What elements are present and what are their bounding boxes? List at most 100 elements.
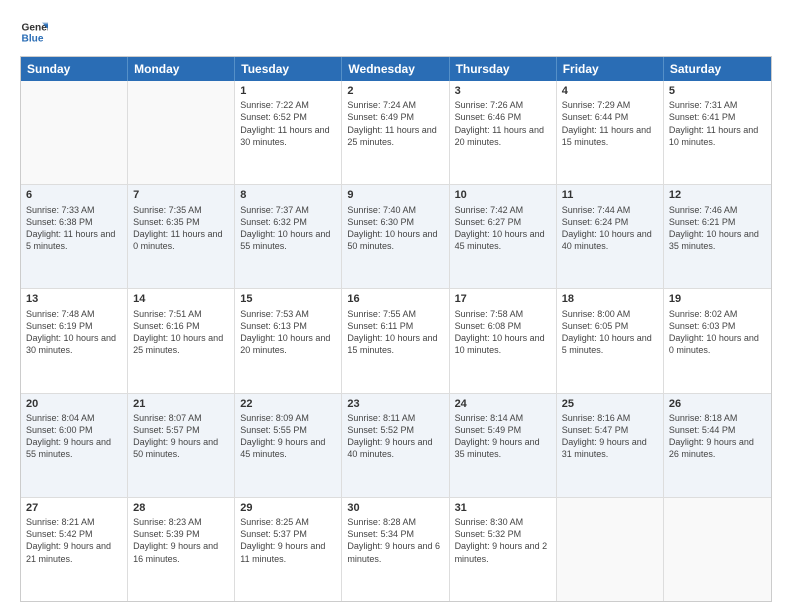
calendar-cell: 23Sunrise: 8:11 AM Sunset: 5:52 PM Dayli… — [342, 394, 449, 497]
calendar-cell: 24Sunrise: 8:14 AM Sunset: 5:49 PM Dayli… — [450, 394, 557, 497]
sun-info: Sunrise: 7:37 AM Sunset: 6:32 PM Dayligh… — [240, 204, 336, 253]
calendar-cell: 4Sunrise: 7:29 AM Sunset: 6:44 PM Daylig… — [557, 81, 664, 184]
calendar-week-5: 27Sunrise: 8:21 AM Sunset: 5:42 PM Dayli… — [21, 497, 771, 601]
day-number: 20 — [26, 397, 122, 411]
calendar-cell: 7Sunrise: 7:35 AM Sunset: 6:35 PM Daylig… — [128, 185, 235, 288]
day-number: 25 — [562, 397, 658, 411]
calendar-cell: 31Sunrise: 8:30 AM Sunset: 5:32 PM Dayli… — [450, 498, 557, 601]
day-number: 23 — [347, 397, 443, 411]
calendar-cell: 21Sunrise: 8:07 AM Sunset: 5:57 PM Dayli… — [128, 394, 235, 497]
day-number: 22 — [240, 397, 336, 411]
calendar-cell: 27Sunrise: 8:21 AM Sunset: 5:42 PM Dayli… — [21, 498, 128, 601]
day-header-tuesday: Tuesday — [235, 57, 342, 81]
sun-info: Sunrise: 8:25 AM Sunset: 5:37 PM Dayligh… — [240, 516, 336, 565]
day-number: 5 — [669, 84, 766, 98]
logo: General Blue — [20, 18, 50, 46]
sun-info: Sunrise: 7:35 AM Sunset: 6:35 PM Dayligh… — [133, 204, 229, 253]
day-header-wednesday: Wednesday — [342, 57, 449, 81]
sun-info: Sunrise: 8:23 AM Sunset: 5:39 PM Dayligh… — [133, 516, 229, 565]
calendar-cell: 8 Sunrise: 7:37 AM Sunset: 6:32 PM Daylig… — [235, 185, 342, 288]
calendar-cell: 13Sunrise: 7:48 AM Sunset: 6:19 PM Dayli… — [21, 289, 128, 392]
sun-info: Sunrise: 7:55 AM Sunset: 6:11 PM Dayligh… — [347, 308, 443, 357]
day-number: 16 — [347, 292, 443, 306]
day-number: 19 — [669, 292, 766, 306]
calendar-cell — [21, 81, 128, 184]
calendar-header: SundayMondayTuesdayWednesdayThursdayFrid… — [21, 57, 771, 81]
sun-info: Sunrise: 8:16 AM Sunset: 5:47 PM Dayligh… — [562, 412, 658, 461]
day-number: 14 — [133, 292, 229, 306]
calendar: SundayMondayTuesdayWednesdayThursdayFrid… — [20, 56, 772, 602]
calendar-cell: 29Sunrise: 8:25 AM Sunset: 5:37 PM Dayli… — [235, 498, 342, 601]
day-number: 1 — [240, 84, 336, 98]
svg-text:Blue: Blue — [22, 33, 44, 44]
day-number: 15 — [240, 292, 336, 306]
calendar-cell: 28Sunrise: 8:23 AM Sunset: 5:39 PM Dayli… — [128, 498, 235, 601]
sun-info: Sunrise: 8:04 AM Sunset: 6:00 PM Dayligh… — [26, 412, 122, 461]
day-number: 12 — [669, 188, 766, 202]
calendar-page: General Blue SundayMondayTuesdayWednesda… — [0, 0, 792, 612]
day-header-monday: Monday — [128, 57, 235, 81]
day-number: 11 — [562, 188, 658, 202]
calendar-cell: 25Sunrise: 8:16 AM Sunset: 5:47 PM Dayli… — [557, 394, 664, 497]
day-number: 29 — [240, 501, 336, 515]
calendar-cell — [128, 81, 235, 184]
day-number: 8 — [240, 188, 336, 202]
calendar-cell: 30Sunrise: 8:28 AM Sunset: 5:34 PM Dayli… — [342, 498, 449, 601]
day-number: 30 — [347, 501, 443, 515]
header: General Blue — [20, 18, 772, 46]
calendar-cell: 6Sunrise: 7:33 AM Sunset: 6:38 PM Daylig… — [21, 185, 128, 288]
calendar-cell: 19 Sunrise: 8:02 AM Sunset: 6:03 PM Dayli… — [664, 289, 771, 392]
calendar-cell: 22Sunrise: 8:09 AM Sunset: 5:55 PM Dayli… — [235, 394, 342, 497]
day-number: 24 — [455, 397, 551, 411]
sun-info: Sunrise: 8:14 AM Sunset: 5:49 PM Dayligh… — [455, 412, 551, 461]
day-number: 21 — [133, 397, 229, 411]
day-number: 10 — [455, 188, 551, 202]
sun-info: Sunrise: 7:42 AM Sunset: 6:27 PM Dayligh… — [455, 204, 551, 253]
calendar-cell: 17 Sunrise: 7:58 AM Sunset: 6:08 PM Dayli… — [450, 289, 557, 392]
sun-info: Sunrise: 7:26 AM Sunset: 6:46 PM Dayligh… — [455, 99, 551, 148]
calendar-cell: 26Sunrise: 8:18 AM Sunset: 5:44 PM Dayli… — [664, 394, 771, 497]
day-header-thursday: Thursday — [450, 57, 557, 81]
calendar-cell: 16 Sunrise: 7:55 AM Sunset: 6:11 PM Dayli… — [342, 289, 449, 392]
calendar-cell: 18Sunrise: 8:00 AM Sunset: 6:05 PM Dayli… — [557, 289, 664, 392]
sun-info: Sunrise: 8:21 AM Sunset: 5:42 PM Dayligh… — [26, 516, 122, 565]
day-number: 26 — [669, 397, 766, 411]
sun-info: Sunrise: 8:02 AM Sunset: 6:03 PM Dayligh… — [669, 308, 766, 357]
sun-info: Sunrise: 8:11 AM Sunset: 5:52 PM Dayligh… — [347, 412, 443, 461]
sun-info: Sunrise: 7:40 AM Sunset: 6:30 PM Dayligh… — [347, 204, 443, 253]
calendar-cell: 14Sunrise: 7:51 AM Sunset: 6:16 PM Dayli… — [128, 289, 235, 392]
day-number: 3 — [455, 84, 551, 98]
calendar-week-4: 20Sunrise: 8:04 AM Sunset: 6:00 PM Dayli… — [21, 393, 771, 497]
sun-info: Sunrise: 7:58 AM Sunset: 6:08 PM Dayligh… — [455, 308, 551, 357]
day-number: 31 — [455, 501, 551, 515]
calendar-cell — [557, 498, 664, 601]
day-number: 9 — [347, 188, 443, 202]
sun-info: Sunrise: 8:28 AM Sunset: 5:34 PM Dayligh… — [347, 516, 443, 565]
day-number: 13 — [26, 292, 122, 306]
sun-info: Sunrise: 8:07 AM Sunset: 5:57 PM Dayligh… — [133, 412, 229, 461]
sun-info: Sunrise: 7:22 AM Sunset: 6:52 PM Dayligh… — [240, 99, 336, 148]
sun-info: Sunrise: 7:53 AM Sunset: 6:13 PM Dayligh… — [240, 308, 336, 357]
calendar-body: 1Sunrise: 7:22 AM Sunset: 6:52 PM Daylig… — [21, 81, 771, 601]
day-number: 17 — [455, 292, 551, 306]
calendar-week-3: 13Sunrise: 7:48 AM Sunset: 6:19 PM Dayli… — [21, 288, 771, 392]
sun-info: Sunrise: 7:44 AM Sunset: 6:24 PM Dayligh… — [562, 204, 658, 253]
day-header-saturday: Saturday — [664, 57, 771, 81]
calendar-cell: 5Sunrise: 7:31 AM Sunset: 6:41 PM Daylig… — [664, 81, 771, 184]
calendar-cell: 3Sunrise: 7:26 AM Sunset: 6:46 PM Daylig… — [450, 81, 557, 184]
day-number: 28 — [133, 501, 229, 515]
calendar-cell: 2Sunrise: 7:24 AM Sunset: 6:49 PM Daylig… — [342, 81, 449, 184]
sun-info: Sunrise: 7:24 AM Sunset: 6:49 PM Dayligh… — [347, 99, 443, 148]
day-header-friday: Friday — [557, 57, 664, 81]
logo-icon: General Blue — [20, 18, 48, 46]
calendar-cell: 11 Sunrise: 7:44 AM Sunset: 6:24 PM Dayli… — [557, 185, 664, 288]
day-number: 4 — [562, 84, 658, 98]
day-header-sunday: Sunday — [21, 57, 128, 81]
calendar-cell: 9 Sunrise: 7:40 AM Sunset: 6:30 PM Daylig… — [342, 185, 449, 288]
calendar-cell: 15 Sunrise: 7:53 AM Sunset: 6:13 PM Dayli… — [235, 289, 342, 392]
sun-info: Sunrise: 7:33 AM Sunset: 6:38 PM Dayligh… — [26, 204, 122, 253]
sun-info: Sunrise: 7:29 AM Sunset: 6:44 PM Dayligh… — [562, 99, 658, 148]
sun-info: Sunrise: 7:31 AM Sunset: 6:41 PM Dayligh… — [669, 99, 766, 148]
calendar-cell: 20Sunrise: 8:04 AM Sunset: 6:00 PM Dayli… — [21, 394, 128, 497]
sun-info: Sunrise: 8:18 AM Sunset: 5:44 PM Dayligh… — [669, 412, 766, 461]
